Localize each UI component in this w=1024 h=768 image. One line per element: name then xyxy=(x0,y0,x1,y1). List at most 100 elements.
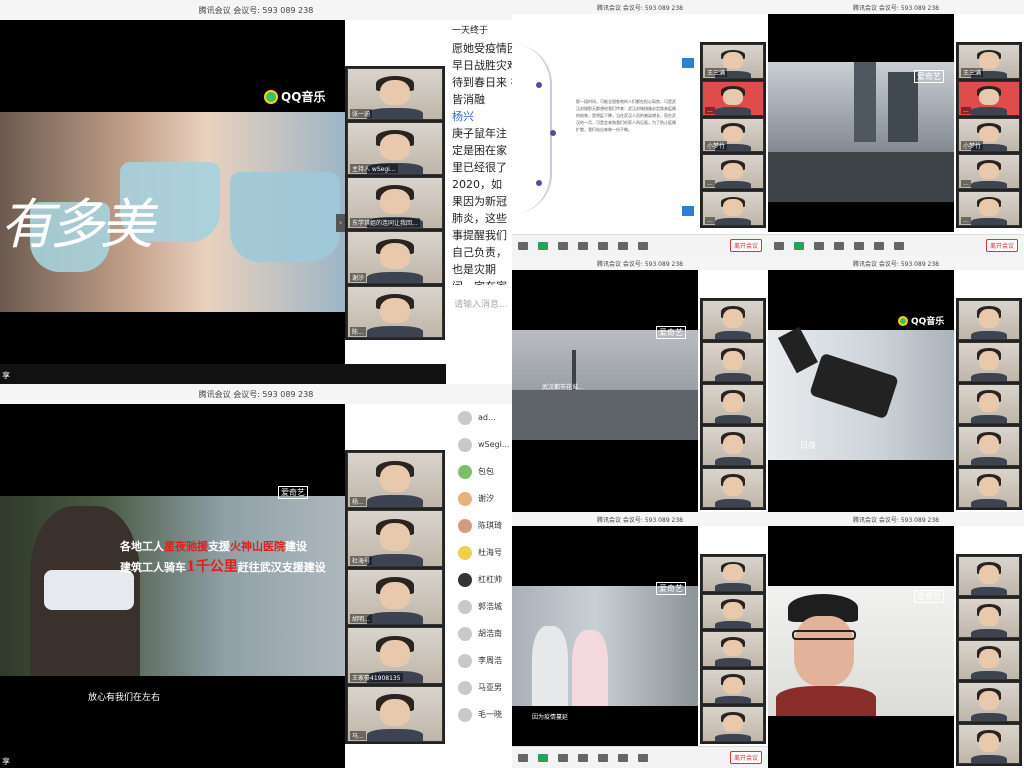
chat-icon[interactable] xyxy=(854,241,864,250)
participant-list-item[interactable]: ad... xyxy=(448,404,512,431)
record-icon[interactable] xyxy=(618,241,628,250)
participant-tile[interactable]: 马... xyxy=(347,685,443,743)
participant-thumbnails: 王三满 ... 小梦竹 ... ... xyxy=(700,42,766,228)
participant-tile[interactable] xyxy=(702,426,764,466)
participant-tile[interactable] xyxy=(958,640,1020,680)
participant-list-item[interactable]: 毛一晓 xyxy=(448,701,512,728)
participant-list-item[interactable]: 杜海号 xyxy=(448,539,512,566)
participant-tile[interactable] xyxy=(958,342,1020,382)
participant-list-item[interactable]: wSegi... xyxy=(448,431,512,458)
participant-tile[interactable] xyxy=(702,556,764,592)
participant-tile[interactable] xyxy=(958,468,1020,508)
participant-list-item[interactable]: 陈琪琦 xyxy=(448,512,512,539)
participant-tile[interactable]: 小梦竹 xyxy=(958,117,1020,153)
participant-tile[interactable]: 陈... xyxy=(347,285,443,339)
slide-nav-icon[interactable] xyxy=(682,206,694,216)
members-icon[interactable] xyxy=(814,241,824,250)
participant-tile[interactable] xyxy=(702,593,764,630)
meeting-window-5: 腾讯会议 会议号: 593 089 238 QQ音乐 日夜 xyxy=(768,256,1024,512)
participant-tile[interactable]: ... xyxy=(702,191,764,226)
participant-tile[interactable]: ... xyxy=(702,80,764,116)
members-icon[interactable] xyxy=(558,241,568,250)
participant-list-item[interactable]: 谢汐 xyxy=(448,485,512,512)
video-frame xyxy=(0,496,345,676)
meeting-window-3: 腾讯会议 会议号: 593 089 238 爱奇艺 王三满 ... 小梦竹 ..… xyxy=(768,0,1024,256)
participant-tile[interactable] xyxy=(702,342,764,382)
participant-thumbnails xyxy=(700,298,766,510)
next-arrow-icon[interactable]: › xyxy=(336,214,345,232)
participant-tile[interactable]: 谢汐 xyxy=(347,231,443,284)
participant-tile[interactable]: 张一涵 xyxy=(347,68,443,121)
participant-tile[interactable] xyxy=(702,300,764,340)
participant-tile[interactable] xyxy=(702,631,764,667)
avatar xyxy=(458,626,472,641)
video-subtitle: 放心有我们在左右 xyxy=(88,693,161,703)
avatar xyxy=(458,599,472,614)
participant-thumbnails: 杨... 杜海号 胡明... 王家豪41908135 马... xyxy=(345,450,445,744)
share-screen-icon[interactable] xyxy=(794,241,804,250)
participant-tile[interactable] xyxy=(702,706,764,742)
invite-icon[interactable] xyxy=(578,753,588,762)
settings-icon[interactable] xyxy=(894,241,904,250)
settings-icon[interactable] xyxy=(638,241,648,250)
mic-icon[interactable] xyxy=(518,753,528,762)
iqiyi-logo: 爱奇艺 xyxy=(656,326,686,339)
participant-tile[interactable]: 王三满 xyxy=(702,44,764,79)
chat-icon[interactable] xyxy=(598,241,608,250)
participant-tile[interactable] xyxy=(958,682,1020,722)
record-icon[interactable] xyxy=(874,241,884,250)
participant-tile[interactable] xyxy=(958,426,1020,466)
participant-tile[interactable] xyxy=(958,598,1020,638)
share-screen-icon[interactable] xyxy=(538,753,548,762)
participant-tile[interactable] xyxy=(958,384,1020,424)
participant-tile[interactable]: ... xyxy=(958,191,1020,226)
mic-icon[interactable] xyxy=(518,241,528,250)
participant-tile[interactable] xyxy=(702,384,764,424)
members-icon[interactable] xyxy=(558,753,568,762)
participant-tile[interactable]: 主持人 wSegi... xyxy=(347,122,443,175)
share-screen-icon[interactable] xyxy=(538,241,548,250)
shared-video: QQ音乐 有多美 › xyxy=(0,20,345,364)
participant-tile[interactable]: ... xyxy=(702,154,764,190)
chat-icon[interactable] xyxy=(598,753,608,762)
participant-tile[interactable]: 胡明... xyxy=(347,568,443,626)
participant-tile[interactable]: 杜海号 xyxy=(347,510,443,567)
leave-meeting-button[interactable]: 离开会议 xyxy=(729,239,762,252)
participant-list-item[interactable]: 郭浩城 xyxy=(448,593,512,620)
leave-meeting-button[interactable]: 离开会议 xyxy=(985,239,1018,252)
participant-tile[interactable] xyxy=(702,468,764,508)
participant-tile[interactable] xyxy=(958,300,1020,340)
meeting-toolbar: 离开会议 xyxy=(512,234,768,256)
participant-tile[interactable] xyxy=(958,556,1020,596)
shared-video: 爱奇艺 各地工人星夜驰援支援火神山医院建设 建筑工人骑车1千公里赶往武汉支援建设… xyxy=(0,404,345,768)
participant-tile[interactable]: 杨... xyxy=(347,452,443,509)
chat-input[interactable]: 请输入消息... xyxy=(454,297,508,314)
leave-meeting-button[interactable]: 离开会议 xyxy=(729,751,762,764)
participant-list-item[interactable]: 包包 xyxy=(448,458,512,485)
invite-icon[interactable] xyxy=(834,241,844,250)
settings-icon[interactable] xyxy=(638,753,648,762)
record-icon[interactable] xyxy=(618,753,628,762)
avatar xyxy=(458,707,472,722)
chat-line: 待到春日来 神州 xyxy=(452,76,512,89)
mic-icon[interactable] xyxy=(774,241,784,250)
participant-list-item[interactable]: 杠杠帅 xyxy=(448,566,512,593)
avatar xyxy=(458,545,472,560)
meeting-title: 腾讯会议 会议号: 593 089 238 xyxy=(768,512,1024,526)
participant-list-item[interactable]: 李周浩 xyxy=(448,647,512,674)
participant-tile[interactable]: 东学琪姐的连同让我回... xyxy=(347,176,443,230)
slide-nav-icon[interactable] xyxy=(682,58,694,68)
participant-tile[interactable]: 王家豪41908135 xyxy=(347,627,443,684)
participant-tile[interactable] xyxy=(958,724,1020,764)
invite-icon[interactable] xyxy=(578,241,588,250)
participant-tile[interactable] xyxy=(702,668,764,705)
participant-tile[interactable]: ... xyxy=(958,80,1020,116)
participant-tile[interactable]: ... xyxy=(958,154,1020,190)
participant-tile[interactable]: 王三满 xyxy=(958,44,1020,79)
avatar xyxy=(458,572,472,587)
shared-video: 爱奇艺 因为疫情蔓延 xyxy=(512,526,698,746)
meeting-title: 腾讯会议 会议号: 593 089 238 xyxy=(512,0,768,14)
participant-list-item[interactable]: 马亚男 xyxy=(448,674,512,701)
participant-list-item[interactable]: 胡浩南 xyxy=(448,620,512,647)
participant-tile[interactable]: 小梦竹 xyxy=(702,117,764,153)
